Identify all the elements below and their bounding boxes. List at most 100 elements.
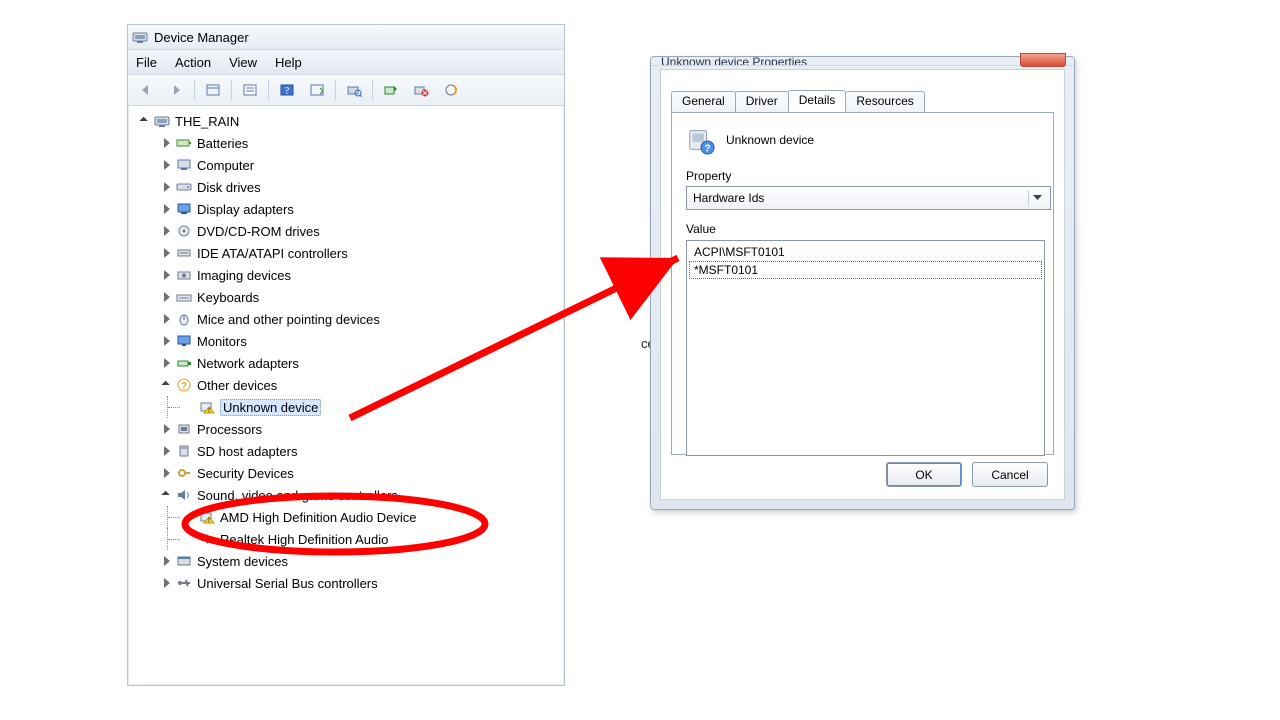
properties-tabs: General Driver Details Resources xyxy=(671,90,924,112)
toolbar-separator xyxy=(231,80,232,100)
properties-titlebar[interactable]: Unknown device Properties xyxy=(651,57,1074,66)
tree-node-icon xyxy=(175,245,193,261)
tree-expand-icon[interactable] xyxy=(161,247,173,259)
tree-expand-icon[interactable] xyxy=(161,181,173,193)
tree-category[interactable]: Processors xyxy=(131,418,561,440)
properties-title: Unknown device Properties xyxy=(651,57,807,66)
tree-child-item[interactable]: Realtek High Definition Audio xyxy=(131,528,561,550)
menu-view[interactable]: View xyxy=(229,55,257,70)
tree-category[interactable]: THE_RAIN xyxy=(131,110,561,132)
tree-expand-icon[interactable] xyxy=(161,137,173,149)
tree-category[interactable]: Disk drives xyxy=(131,176,561,198)
tree-node-icon xyxy=(175,355,193,371)
nav-forward-button[interactable] xyxy=(162,77,190,103)
tree-category[interactable]: Security Devices xyxy=(131,462,561,484)
tree-child-item[interactable]: !AMD High Definition Audio Device xyxy=(131,506,561,528)
tree-category[interactable]: Computer xyxy=(131,154,561,176)
toolbar-separator xyxy=(372,80,373,100)
tree-node-icon xyxy=(175,311,193,327)
tree-category[interactable]: Mice and other pointing devices xyxy=(131,308,561,330)
tree-child-item[interactable]: !Unknown device xyxy=(131,396,561,418)
tab-general[interactable]: General xyxy=(671,91,736,113)
tab-details[interactable]: Details xyxy=(788,90,847,112)
tree-category[interactable]: Monitors xyxy=(131,330,561,352)
cancel-button[interactable]: Cancel xyxy=(972,462,1048,487)
tree-node-icon xyxy=(175,575,193,591)
tree-expand-icon[interactable] xyxy=(161,379,173,391)
value-label: Value xyxy=(686,222,1039,236)
tree-node-icon xyxy=(175,487,193,503)
device-manager-titlebar[interactable]: Device Manager xyxy=(128,25,564,50)
tree-category[interactable]: Universal Serial Bus controllers xyxy=(131,572,561,594)
device-tree[interactable]: THE_RAIN Batteries Computer Disk drives Disp… xyxy=(129,106,563,684)
tree-node-label: Batteries xyxy=(197,136,248,151)
tree-expand-icon[interactable] xyxy=(161,423,173,435)
tree-category[interactable]: Batteries xyxy=(131,132,561,154)
menu-action[interactable]: Action xyxy=(175,55,211,70)
tree-category[interactable]: Display adapters xyxy=(131,198,561,220)
tree-category[interactable]: DVD/CD-ROM drives xyxy=(131,220,561,242)
toolbar-separator xyxy=(268,80,269,100)
tree-expand-icon[interactable] xyxy=(161,291,173,303)
tree-expand-icon[interactable] xyxy=(161,313,173,325)
value-row[interactable]: ACPI\MSFT0101 xyxy=(689,243,1042,261)
tree-node-icon xyxy=(175,421,193,437)
uninstall-button[interactable] xyxy=(407,77,435,103)
property-dropdown[interactable]: Hardware Ids xyxy=(686,186,1051,210)
menu-help[interactable]: Help xyxy=(275,55,302,70)
tree-expand-icon[interactable] xyxy=(161,159,173,171)
tree-expand-icon[interactable] xyxy=(161,269,173,281)
tree-node-label: Imaging devices xyxy=(197,268,291,283)
menu-file[interactable]: File xyxy=(136,55,157,70)
tree-category[interactable]: IDE ATA/ATAPI controllers xyxy=(131,242,561,264)
help-button[interactable]: ? xyxy=(273,77,301,103)
value-row[interactable]: *MSFT0101 xyxy=(689,261,1042,279)
scan-hardware-button[interactable] xyxy=(340,77,368,103)
value-listbox[interactable]: ACPI\MSFT0101 *MSFT0101 xyxy=(686,240,1045,456)
tree-node-label: Computer xyxy=(197,158,254,173)
tree-node-label: Universal Serial Bus controllers xyxy=(197,576,378,591)
tree-category[interactable]: Network adapters xyxy=(131,352,561,374)
tree-node-label: IDE ATA/ATAPI controllers xyxy=(197,246,348,261)
tree-expand-icon[interactable] xyxy=(161,577,173,589)
tree-expand-icon[interactable] xyxy=(161,357,173,369)
tree-category[interactable]: ?Other devices xyxy=(131,374,561,396)
properties-button[interactable] xyxy=(236,77,264,103)
close-button[interactable] xyxy=(1020,53,1066,67)
tab-resources[interactable]: Resources xyxy=(845,91,924,113)
svg-text:!: ! xyxy=(208,518,210,524)
tree-category[interactable]: Imaging devices xyxy=(131,264,561,286)
nav-back-button[interactable] xyxy=(132,77,160,103)
disable-button[interactable] xyxy=(437,77,465,103)
tree-expand-icon[interactable] xyxy=(161,203,173,215)
tree-node-label: Processors xyxy=(197,422,262,437)
tree-expand-icon[interactable] xyxy=(161,335,173,347)
tree-node-label: System devices xyxy=(197,554,288,569)
update-driver-button[interactable] xyxy=(377,77,405,103)
tree-expand-icon[interactable] xyxy=(161,467,173,479)
svg-text:?: ? xyxy=(181,381,187,392)
device-manager-title: Device Manager xyxy=(154,30,249,45)
device-name-label: Unknown device xyxy=(726,133,814,147)
tree-category[interactable]: SD host adapters xyxy=(131,440,561,462)
tree-expand-icon[interactable] xyxy=(161,489,173,501)
tree-node-label: Unknown device xyxy=(220,399,321,416)
tab-driver[interactable]: Driver xyxy=(735,91,789,113)
tree-expand-icon[interactable] xyxy=(139,115,151,127)
tree-category[interactable]: Keyboards xyxy=(131,286,561,308)
tree-expand-icon[interactable] xyxy=(161,445,173,457)
tree-category[interactable]: System devices xyxy=(131,550,561,572)
tree-node-label: THE_RAIN xyxy=(175,114,239,129)
tree-expand-icon[interactable] xyxy=(161,225,173,237)
tree-node-icon: ! xyxy=(198,399,216,415)
tree-node-label: Network adapters xyxy=(197,356,299,371)
device-manager-toolbar: ? xyxy=(128,75,564,106)
tree-node-label: Keyboards xyxy=(197,290,259,305)
action-button[interactable] xyxy=(303,77,331,103)
property-dropdown-value: Hardware Ids xyxy=(693,191,764,205)
tree-expand-icon[interactable] xyxy=(161,555,173,567)
tree-category[interactable]: Sound, video and game controllers xyxy=(131,484,561,506)
tree-node-label: Display adapters xyxy=(197,202,294,217)
show-hide-tree-button[interactable] xyxy=(199,77,227,103)
ok-button[interactable]: OK xyxy=(886,462,962,487)
